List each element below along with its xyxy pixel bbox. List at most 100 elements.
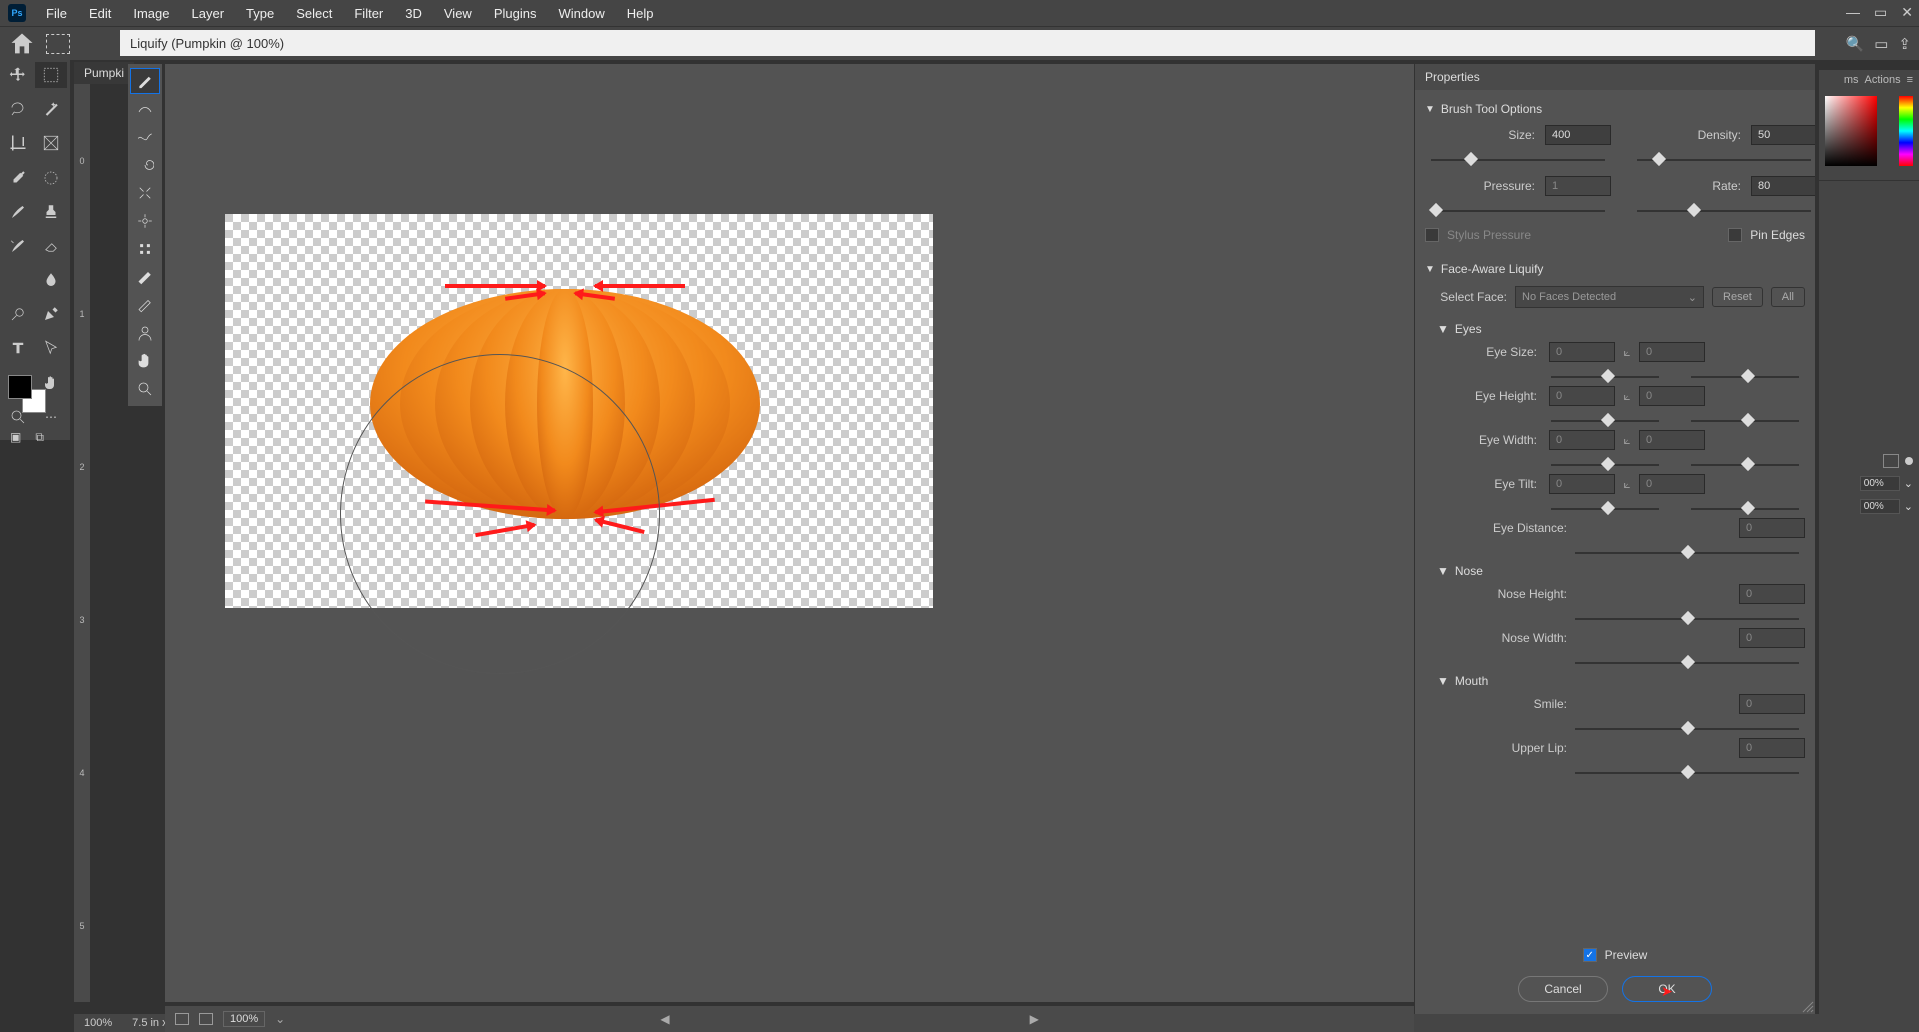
color-picker[interactable] — [1819, 90, 1919, 180]
link-icon[interactable]: ⟀ — [1619, 433, 1635, 448]
menu-file[interactable]: File — [36, 3, 77, 24]
brush-options-header[interactable]: ▼Brush Tool Options — [1425, 96, 1805, 122]
rate-input[interactable] — [1751, 176, 1815, 196]
scroll-left-icon[interactable]: ◀ — [660, 1012, 669, 1026]
size-input[interactable] — [1545, 125, 1611, 145]
zoom-select[interactable]: 100% — [223, 1011, 265, 1027]
chevron-down-icon[interactable]: ⌄ — [1904, 477, 1913, 490]
nose-header[interactable]: ▼Nose — [1425, 560, 1805, 582]
menu-type[interactable]: Type — [236, 3, 284, 24]
eyes-header[interactable]: ▼Eyes — [1425, 318, 1805, 340]
lq-zoom-tool[interactable] — [130, 376, 160, 402]
menu-edit[interactable]: Edit — [79, 3, 121, 24]
heal-tool[interactable] — [35, 165, 67, 191]
tab-ms[interactable]: ms — [1844, 74, 1859, 86]
face-tool[interactable] — [130, 320, 160, 346]
density-slider[interactable] — [1637, 153, 1811, 167]
type-tool[interactable] — [2, 335, 34, 361]
pucker-tool[interactable] — [130, 180, 160, 206]
move-tool[interactable] — [2, 62, 34, 88]
menu-image[interactable]: Image — [123, 3, 179, 24]
crop-tool[interactable] — [2, 130, 34, 156]
hue-strip[interactable] — [1899, 96, 1913, 166]
brush-tool[interactable] — [2, 199, 34, 225]
eye-height-right-slider[interactable] — [1691, 414, 1799, 428]
stylus-pressure-checkbox[interactable] — [1425, 228, 1439, 242]
fit-window-icon[interactable] — [175, 1013, 189, 1025]
eraser-tool[interactable] — [35, 233, 67, 259]
tab-actions[interactable]: Actions — [1865, 74, 1901, 86]
eye-tilt-left-slider[interactable] — [1551, 502, 1659, 516]
eye-width-right-slider[interactable] — [1691, 458, 1799, 472]
link-icon[interactable]: ⟀ — [1619, 477, 1635, 492]
menu-help[interactable]: Help — [617, 3, 664, 24]
wand-tool[interactable] — [35, 96, 67, 122]
forward-warp-tool[interactable] — [130, 68, 160, 94]
smooth-tool[interactable] — [130, 124, 160, 150]
zoom-dropdown-icon[interactable]: ⌄ — [275, 1012, 285, 1026]
freeze-mask-tool[interactable] — [130, 264, 160, 290]
size-slider[interactable] — [1431, 153, 1605, 167]
opacity-input-2[interactable] — [1860, 499, 1900, 514]
nose-height-slider[interactable] — [1575, 612, 1799, 626]
pin-edges-checkbox[interactable] — [1728, 228, 1742, 242]
history-brush-tool[interactable] — [2, 233, 34, 259]
document-tab[interactable]: Pumpki — [74, 62, 134, 84]
menu-filter[interactable]: Filter — [344, 3, 393, 24]
stamp-tool[interactable] — [35, 199, 67, 225]
share-icon[interactable]: ⇪ — [1898, 35, 1911, 53]
liquify-canvas[interactable] — [165, 64, 1414, 1002]
opacity-input-1[interactable] — [1860, 476, 1900, 491]
density-input[interactable] — [1751, 125, 1815, 145]
eye-size-right-slider[interactable] — [1691, 370, 1799, 384]
menu-select[interactable]: Select — [286, 3, 342, 24]
cancel-button[interactable]: Cancel — [1518, 976, 1608, 1002]
bloat-tool[interactable] — [130, 208, 160, 234]
reset-button[interactable]: Reset — [1712, 287, 1763, 307]
menu-plugins[interactable]: Plugins — [484, 3, 547, 24]
home-icon[interactable] — [8, 30, 36, 58]
eye-height-left-slider[interactable] — [1551, 414, 1659, 428]
face-aware-header[interactable]: ▼Face-Aware Liquify — [1425, 256, 1805, 282]
fit-fill-icon[interactable] — [199, 1013, 213, 1025]
menu-3d[interactable]: 3D — [395, 3, 432, 24]
pen-tool[interactable] — [35, 301, 67, 327]
pressure-slider[interactable] — [1431, 204, 1605, 218]
quickmask-icon[interactable]: ▣ — [10, 430, 21, 445]
maximize-icon[interactable]: ▭ — [1874, 4, 1887, 21]
rate-slider[interactable] — [1637, 204, 1811, 218]
ok-button[interactable]: OK ➤ — [1622, 976, 1712, 1002]
foreground-color-swatch[interactable] — [8, 375, 32, 399]
close-icon[interactable]: ✕ — [1901, 4, 1913, 21]
twirl-tool[interactable] — [130, 152, 160, 178]
link-icon[interactable]: ⟀ — [1619, 389, 1635, 404]
blur-tool[interactable] — [35, 267, 67, 293]
workspace-icon[interactable]: ▭ — [1874, 35, 1888, 53]
search-icon[interactable]: 🔍 — [1846, 35, 1865, 53]
eye-distance-slider[interactable] — [1575, 546, 1799, 560]
menu-view[interactable]: View — [434, 3, 482, 24]
path-select-tool[interactable] — [35, 335, 67, 361]
thaw-mask-tool[interactable] — [130, 292, 160, 318]
options-marquee-icon[interactable] — [46, 34, 70, 54]
menu-window[interactable]: Window — [548, 3, 614, 24]
link-icon[interactable]: ⟀ — [1619, 345, 1635, 360]
lasso-tool[interactable] — [2, 96, 34, 122]
lq-hand-tool[interactable] — [130, 348, 160, 374]
dodge-tool[interactable] — [2, 301, 34, 327]
upper-lip-slider[interactable] — [1575, 766, 1799, 780]
push-left-tool[interactable] — [130, 236, 160, 262]
preview-checkbox[interactable]: ✓ — [1583, 948, 1597, 962]
chevron-down-icon[interactable]: ⌄ — [1904, 500, 1913, 513]
layers-thumb-icon[interactable] — [1883, 454, 1899, 468]
scroll-right-icon[interactable]: ▶ — [1030, 1012, 1039, 1026]
mouth-header[interactable]: ▼Mouth — [1425, 670, 1805, 692]
screenmode-icon[interactable]: ⧉ — [35, 430, 44, 445]
panel-menu-icon[interactable]: ≡ — [1907, 74, 1913, 86]
gradient-tool[interactable] — [2, 267, 34, 293]
resize-handle-icon[interactable] — [1801, 1000, 1815, 1014]
all-button[interactable]: All — [1771, 287, 1805, 307]
menu-layer[interactable]: Layer — [182, 3, 235, 24]
frame-tool[interactable] — [35, 130, 67, 156]
marquee-tool[interactable] — [35, 62, 67, 88]
